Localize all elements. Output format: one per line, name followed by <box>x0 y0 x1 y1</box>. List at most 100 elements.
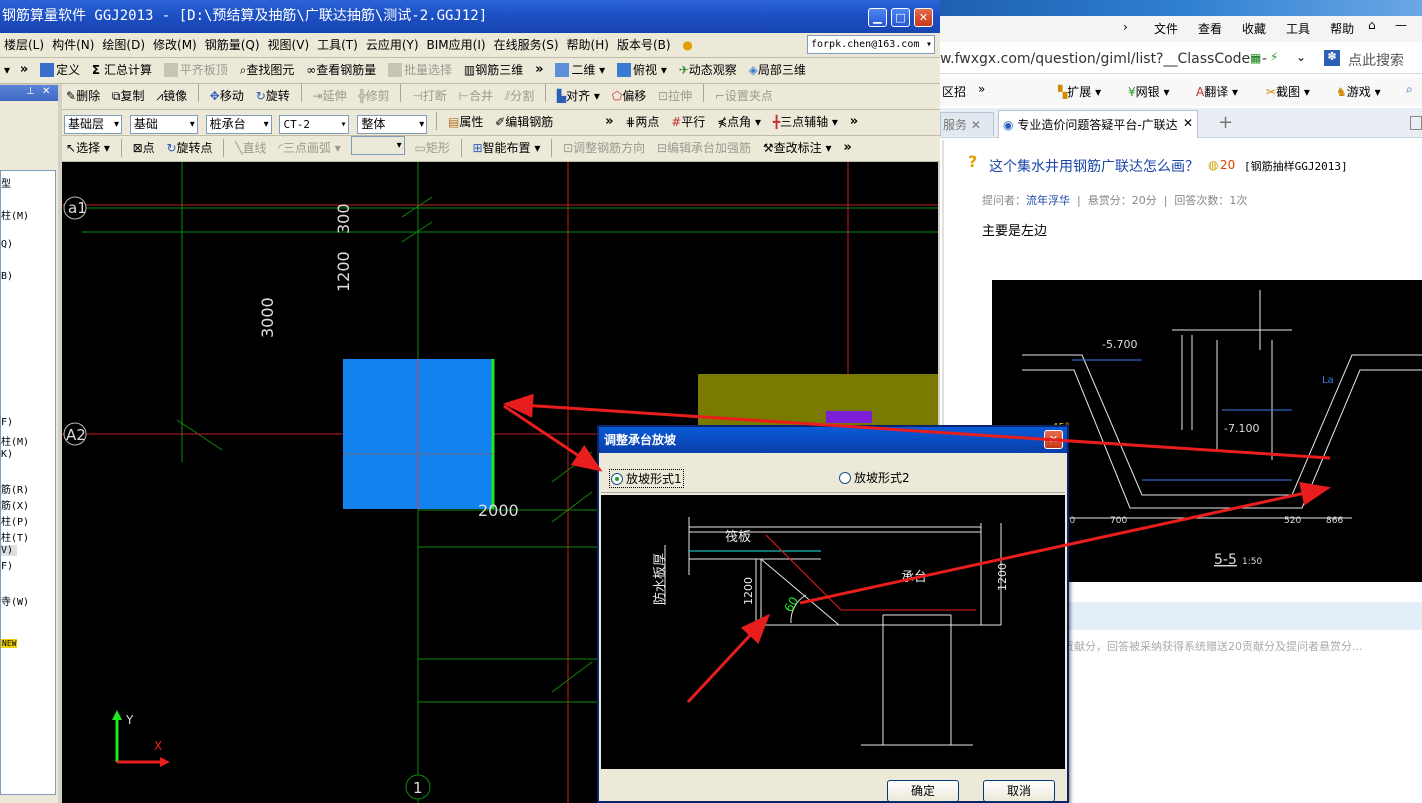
menu-item-9[interactable]: 在线服务(S) <box>490 33 563 57</box>
select-dropdown[interactable]: ↖选择 ▾ <box>62 136 114 160</box>
toolbar-extend[interactable]: ▚扩展 ▾ <box>1058 83 1101 100</box>
baidu-paw-icon[interactable]: ✽ <box>1324 50 1340 66</box>
dynamic-view-button[interactable]: ✈动态观察 <box>675 58 741 82</box>
option-slope-1[interactable]: 放坡形式1 <box>609 469 684 488</box>
rebar-3d-button[interactable]: ▥钢筋三维 <box>460 58 527 82</box>
props-button[interactable]: ▤属性 <box>444 112 487 132</box>
browser-menu-item-3[interactable]: 工具 <box>1286 22 1310 36</box>
menu-item-6[interactable]: 工具(T) <box>313 33 362 57</box>
align-dropdown[interactable]: ▙对齐 ▾ <box>553 84 604 108</box>
tree-item[interactable]: K) <box>1 449 13 460</box>
tab-close-icon[interactable]: ✕ <box>971 118 981 132</box>
dialog-close-button[interactable]: ✕ <box>1044 430 1063 449</box>
menu-item-2[interactable]: 绘图(D) <box>98 33 149 57</box>
toolbar-item-quzhao[interactable]: 区招 <box>942 83 966 100</box>
asker-name[interactable]: 流年浮华 <box>1026 194 1070 207</box>
view-rebar-button[interactable]: ∞查看钢筋量 <box>302 58 380 82</box>
tree-item[interactable]: B) <box>1 271 13 282</box>
toolbar-games[interactable]: ♞游戏 ▾ <box>1336 83 1381 100</box>
option-slope-2[interactable]: 放坡形式2 <box>839 469 910 486</box>
tree-item[interactable]: F) <box>1 561 13 572</box>
minimize-button[interactable]: ▁ <box>868 8 887 27</box>
find-element-button[interactable]: ⌕查找图元 <box>236 58 299 82</box>
copy-button[interactable]: ⧉复制 <box>108 84 149 108</box>
smart-layout-dropdown[interactable]: ⊞智能布置 ▾ <box>468 136 544 160</box>
toolbar-overflow-chevron-2[interactable]: » <box>531 58 547 82</box>
new-tab-button[interactable]: + <box>1218 112 1233 133</box>
radio-slope-2[interactable] <box>839 472 851 484</box>
menu-item-0[interactable]: 楼层(L) <box>0 33 48 57</box>
check-label-dropdown[interactable]: ⚒查改标注 ▾ <box>759 136 836 160</box>
element-select[interactable]: CT-2 <box>279 115 350 134</box>
stretch-button[interactable]: ⊡拉伸 <box>654 84 696 108</box>
trim-button[interactable]: ╬修剪 <box>354 84 393 108</box>
question-title[interactable]: 这个集水井用钢筋广联达怎么画？ <box>989 156 1199 176</box>
two-points-button[interactable]: ⋕两点 <box>621 112 663 132</box>
cancel-button[interactable]: 取消 <box>983 780 1055 802</box>
question-tag[interactable]: [钢筋抽样GGJ2013] <box>1244 158 1348 174</box>
local-3d-button[interactable]: ◈局部三维 <box>745 58 810 82</box>
tree-item[interactable]: 筋(R) <box>1 481 29 496</box>
url-text[interactable]: w.fwxgx.com/question/giml/list?__ClassCo… <box>940 51 1267 67</box>
flat-top-button[interactable]: 平齐板顶 <box>160 58 232 82</box>
menu-item-11[interactable]: 版本号(B) <box>613 33 675 57</box>
menu-item-5[interactable]: 视图(V) <box>264 33 314 57</box>
toolbar-overflow-chevron-4[interactable]: » <box>846 112 862 132</box>
point-angle-dropdown[interactable]: ⋠点角 ▾ <box>713 112 765 132</box>
mirror-button[interactable]: ⩘镜像 <box>152 84 191 108</box>
column-element[interactable] <box>826 411 872 423</box>
pin-icon[interactable]: ⊥ <box>26 86 35 97</box>
tree-item[interactable]: V) <box>1 545 17 556</box>
split-button[interactable]: ⫽分割 <box>501 84 538 108</box>
toolbar-overflow-chevron-5[interactable]: » <box>839 136 855 160</box>
menu-item-7[interactable]: 云应用(Y) <box>362 33 423 57</box>
browser-menu-item-4[interactable]: 帮助 <box>1330 22 1354 36</box>
arc-option-select[interactable] <box>350 136 405 155</box>
delete-button[interactable]: ✎删除 <box>62 84 104 108</box>
panel-close-icon[interactable]: ✕ <box>42 86 50 97</box>
sum-button[interactable]: Σ 汇总计算 <box>88 58 156 82</box>
lightning-icon[interactable]: ⚡ <box>1270 50 1278 64</box>
edit-cap-button[interactable]: ⊟编辑承台加强筋 <box>653 136 755 160</box>
break-button[interactable]: ⊣打断 <box>408 84 450 108</box>
helmet-icon[interactable]: ● <box>678 33 696 57</box>
category-select[interactable]: 基础 <box>129 115 198 134</box>
minimize-icon[interactable]: — <box>1395 18 1407 32</box>
rect-button[interactable]: ▭矩形 <box>410 136 453 160</box>
search-input[interactable]: 点此搜索 <box>1348 50 1404 70</box>
menu-item-4[interactable]: 钢筋量(Q) <box>201 33 264 57</box>
tree-item[interactable]: 柱(T) <box>1 529 29 544</box>
offset-button[interactable]: ⬠偏移 <box>608 84 650 108</box>
tree-item[interactable]: Q) <box>1 239 13 250</box>
radio-slope-1[interactable] <box>611 473 623 485</box>
three-point-aux-dropdown[interactable]: ╋三点辅轴 ▾ <box>769 112 842 132</box>
edit-rebar-button[interactable]: ✐编辑钢筋 <box>491 112 557 132</box>
dialog-title-bar[interactable]: 调整承台放坡 <box>599 427 1067 453</box>
close-button[interactable]: ✕ <box>914 8 933 27</box>
tab-active[interactable]: ◉ 专业造价问题答疑平台-广联达 ✕ <box>998 110 1198 138</box>
extend-button[interactable]: ⇥延伸 <box>308 84 350 108</box>
set-grip-button[interactable]: ⌐设置夹点 <box>711 84 777 108</box>
menu-item-8[interactable]: BIM应用(I) <box>423 33 490 57</box>
toolbar-translate[interactable]: A翻译 ▾ <box>1196 83 1238 100</box>
magnifier-icon[interactable]: ⌕ <box>1406 82 1413 97</box>
layer-select[interactable]: 基础层 <box>64 115 122 134</box>
qr-icon[interactable]: ▦ <box>1250 51 1261 65</box>
address-dropdown-icon[interactable]: ⌄ <box>1296 50 1306 64</box>
maximize-button[interactable]: □ <box>891 8 910 27</box>
rotate-point-button[interactable]: ↻旋转点 <box>162 136 216 160</box>
toolbar-screenshot[interactable]: ✂截图 ▾ <box>1266 83 1310 100</box>
tree-item[interactable]: 型 <box>1 175 11 190</box>
rotate-button[interactable]: ↻旋转 <box>252 84 294 108</box>
toolbar-overflow-chevron-3[interactable]: » <box>601 112 617 132</box>
tab-list-icon[interactable] <box>1410 116 1422 130</box>
merge-button[interactable]: ⊢合并 <box>455 84 497 108</box>
toolbar-bank[interactable]: ¥网银 ▾ <box>1128 83 1170 100</box>
define-button[interactable]: 定义 <box>36 58 84 82</box>
tab-service[interactable]: 服务 ✕ <box>940 112 994 136</box>
tree-item[interactable]: 柱(P) <box>1 513 29 528</box>
adjust-direction-button[interactable]: ⊡调整钢筋方向 <box>559 136 649 160</box>
browser-menu-item-0[interactable]: 文件 <box>1154 22 1178 36</box>
point-button[interactable]: ⊠点 <box>129 136 159 160</box>
tree-item[interactable]: F) <box>1 417 13 428</box>
